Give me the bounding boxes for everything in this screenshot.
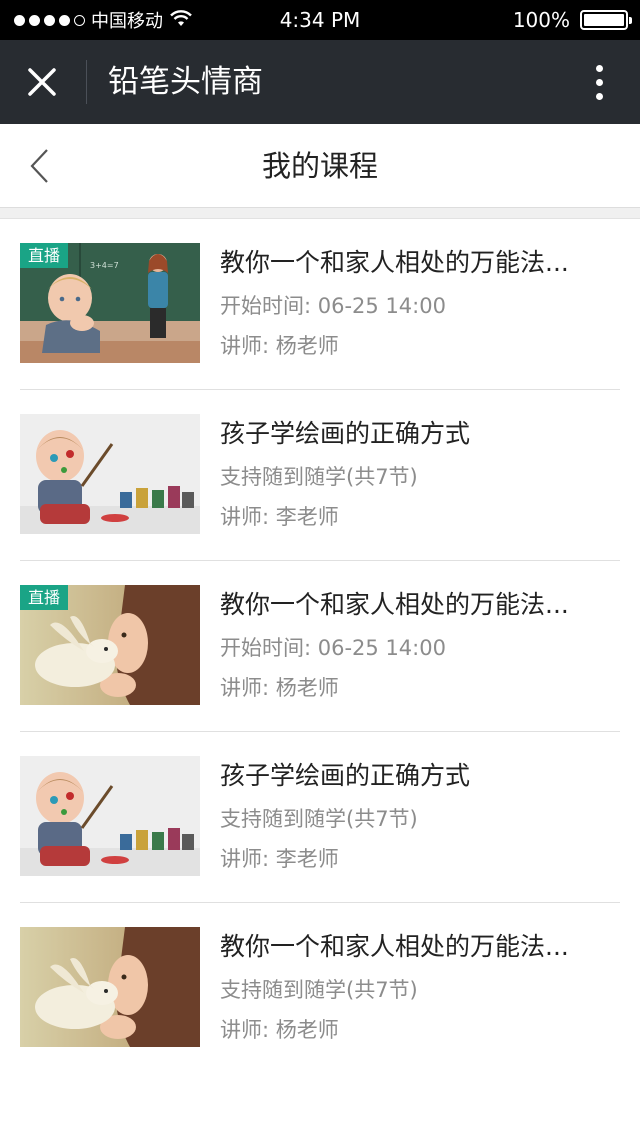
battery-percent: 100% — [512, 8, 570, 32]
page-header: 我的课程 — [0, 124, 640, 208]
live-badge: 直播 — [20, 585, 69, 610]
course-teacher: 讲师: 杨老师 — [220, 334, 339, 358]
more-dots-icon — [595, 64, 603, 72]
app-title: 铅笔头情商 — [108, 64, 263, 100]
section-gap — [0, 208, 640, 218]
course-item[interactable]: 直播 教你一个和家人相处的万能法... 开始时间: 06-25 14:00 讲师… — [20, 561, 620, 732]
course-meta: 开始时间: 06-25 14:00 — [220, 636, 446, 660]
course-teacher: 讲师: 杨老师 — [220, 676, 339, 700]
course-title: 教你一个和家人相处的万能法... — [220, 932, 569, 961]
close-icon — [28, 68, 56, 96]
course-teacher: 讲师: 李老师 — [220, 847, 339, 871]
course-meta: 支持随到随学(共7节) — [220, 978, 418, 1002]
course-thumbnail — [20, 927, 200, 1047]
course-meta: 支持随到随学(共7节) — [220, 465, 418, 489]
course-item[interactable]: 孩子学绘画的正确方式 支持随到随学(共7节) 讲师: 李老师 — [20, 732, 620, 903]
nav-divider — [86, 60, 87, 104]
course-thumbnail: 直播 — [20, 585, 200, 705]
app-navbar: 铅笔头情商 — [0, 40, 640, 124]
course-title: 教你一个和家人相处的万能法... — [220, 248, 569, 277]
status-bar: 中国移动 4:34 PM 100% — [0, 0, 640, 40]
course-thumbnail: 3+4=7 直播 — [20, 243, 200, 363]
live-badge: 直播 — [20, 243, 69, 268]
course-title: 孩子学绘画的正确方式 — [220, 761, 471, 790]
svg-text:3+4=7: 3+4=7 — [90, 261, 119, 270]
course-thumbnail — [20, 756, 200, 876]
course-thumbnail — [20, 414, 200, 534]
close-button[interactable] — [18, 58, 66, 106]
course-meta: 开始时间: 06-25 14:00 — [220, 294, 446, 318]
battery-icon — [580, 10, 632, 30]
page-title: 我的课程 — [261, 149, 378, 183]
course-meta: 支持随到随学(共7节) — [220, 807, 418, 831]
course-title: 孩子学绘画的正确方式 — [220, 419, 471, 448]
course-teacher: 讲师: 李老师 — [220, 505, 339, 529]
course-teacher: 讲师: 杨老师 — [220, 1018, 339, 1042]
course-item[interactable]: 3+4=7 直播 教你一个和家人相处的万能法... 开始时间: 06-25 14… — [20, 219, 620, 390]
course-item[interactable]: 孩子学绘画的正确方式 支持随到随学(共7节) 讲师: 李老师 — [20, 390, 620, 561]
status-right: 100% — [512, 0, 632, 40]
course-title: 教你一个和家人相处的万能法... — [220, 590, 569, 619]
course-list: 3+4=7 直播 教你一个和家人相处的万能法... 开始时间: 06-25 14… — [0, 218, 640, 1136]
more-menu-button[interactable] — [584, 60, 614, 104]
course-item[interactable]: 教你一个和家人相处的万能法... 支持随到随学(共7节) 讲师: 杨老师 — [20, 903, 620, 1074]
